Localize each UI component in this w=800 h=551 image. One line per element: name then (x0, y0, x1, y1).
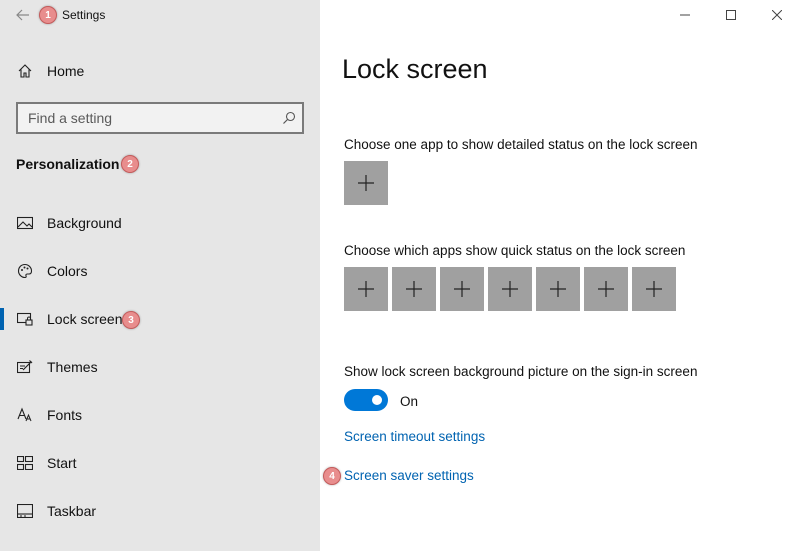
toggle-knob (372, 395, 382, 405)
close-icon (772, 10, 782, 20)
fonts-icon (16, 406, 34, 424)
minimize-icon (680, 14, 690, 16)
plus-icon (646, 281, 662, 297)
quick-status-app-button-5[interactable] (536, 267, 580, 311)
minimize-button[interactable] (662, 0, 708, 30)
search-input[interactable] (18, 104, 302, 132)
detailed-status-app-button[interactable] (344, 161, 388, 205)
plus-icon (358, 175, 374, 191)
search-icon[interactable] (282, 111, 296, 125)
maximize-button[interactable] (708, 0, 754, 30)
sidebar-item-themes[interactable]: Themes (0, 347, 320, 387)
close-button[interactable] (754, 0, 800, 30)
home-icon (16, 62, 34, 80)
sidebar-item-home[interactable]: Home (0, 55, 320, 87)
lock-screen-icon (16, 310, 34, 328)
sidebar-item-background[interactable]: Background (0, 203, 320, 243)
window-controls (662, 0, 800, 30)
sidebar-item-label: Start (47, 455, 77, 471)
main-content: Lock screen Choose one app to show detai… (320, 0, 800, 551)
detailed-status-label: Choose one app to show detailed status o… (344, 137, 698, 152)
plus-icon (406, 281, 422, 297)
sidebar-home-label: Home (47, 63, 85, 79)
plus-icon (454, 281, 470, 297)
quick-status-app-button-2[interactable] (392, 267, 436, 311)
selection-indicator (0, 308, 4, 330)
maximize-icon (726, 10, 736, 20)
sidebar-item-label: Themes (47, 359, 98, 375)
screen-timeout-settings-link[interactable]: Screen timeout settings (344, 429, 485, 444)
sidebar-item-label: Fonts (47, 407, 83, 423)
signin-background-toggle[interactable] (344, 389, 388, 411)
quick-status-app-button-4[interactable] (488, 267, 532, 311)
start-icon (16, 454, 34, 472)
themes-icon (16, 358, 34, 376)
quick-status-app-button-1[interactable] (344, 267, 388, 311)
sidebar-item-label: Lock screen (47, 311, 123, 327)
screen-saver-settings-link[interactable]: Screen saver settings (344, 468, 474, 483)
annotation-badge-4: 4 (323, 467, 341, 485)
palette-icon (16, 262, 34, 280)
section-title: Personalization (16, 156, 120, 172)
app-title: Settings (62, 8, 106, 22)
sidebar-item-fonts[interactable]: Fonts (0, 395, 320, 435)
quick-status-app-button-3[interactable] (440, 267, 484, 311)
background-icon (16, 214, 34, 232)
back-button[interactable] (10, 4, 36, 26)
plus-icon (598, 281, 614, 297)
annotation-badge-3: 3 (122, 311, 140, 329)
toggle-state-label: On (400, 394, 419, 409)
search-box[interactable] (16, 102, 304, 134)
back-arrow-icon (16, 9, 29, 21)
annotation-badge-2: 2 (121, 155, 139, 173)
quick-status-app-button-7[interactable] (632, 267, 676, 311)
sidebar-item-lock-screen[interactable]: Lock screen (0, 299, 320, 339)
sidebar-item-colors[interactable]: Colors (0, 251, 320, 291)
quick-status-app-button-6[interactable] (584, 267, 628, 311)
plus-icon (358, 281, 374, 297)
sidebar-item-label: Taskbar (47, 503, 97, 519)
signin-background-label: Show lock screen background picture on t… (344, 364, 698, 379)
sidebar-item-start[interactable]: Start (0, 443, 320, 483)
quick-status-label: Choose which apps show quick status on t… (344, 243, 686, 258)
sidebar-item-taskbar[interactable]: Taskbar (0, 491, 320, 531)
sidebar-item-label: Background (47, 215, 122, 231)
title-bar: 1 Settings (0, 0, 320, 32)
page-title: Lock screen (342, 54, 488, 84)
plus-icon (502, 281, 518, 297)
sidebar: 1 Settings Home Personalization 2 Backgr… (0, 0, 320, 551)
taskbar-icon (16, 502, 34, 520)
plus-icon (550, 281, 566, 297)
sidebar-item-label: Colors (47, 263, 88, 279)
annotation-badge-1: 1 (39, 6, 57, 24)
